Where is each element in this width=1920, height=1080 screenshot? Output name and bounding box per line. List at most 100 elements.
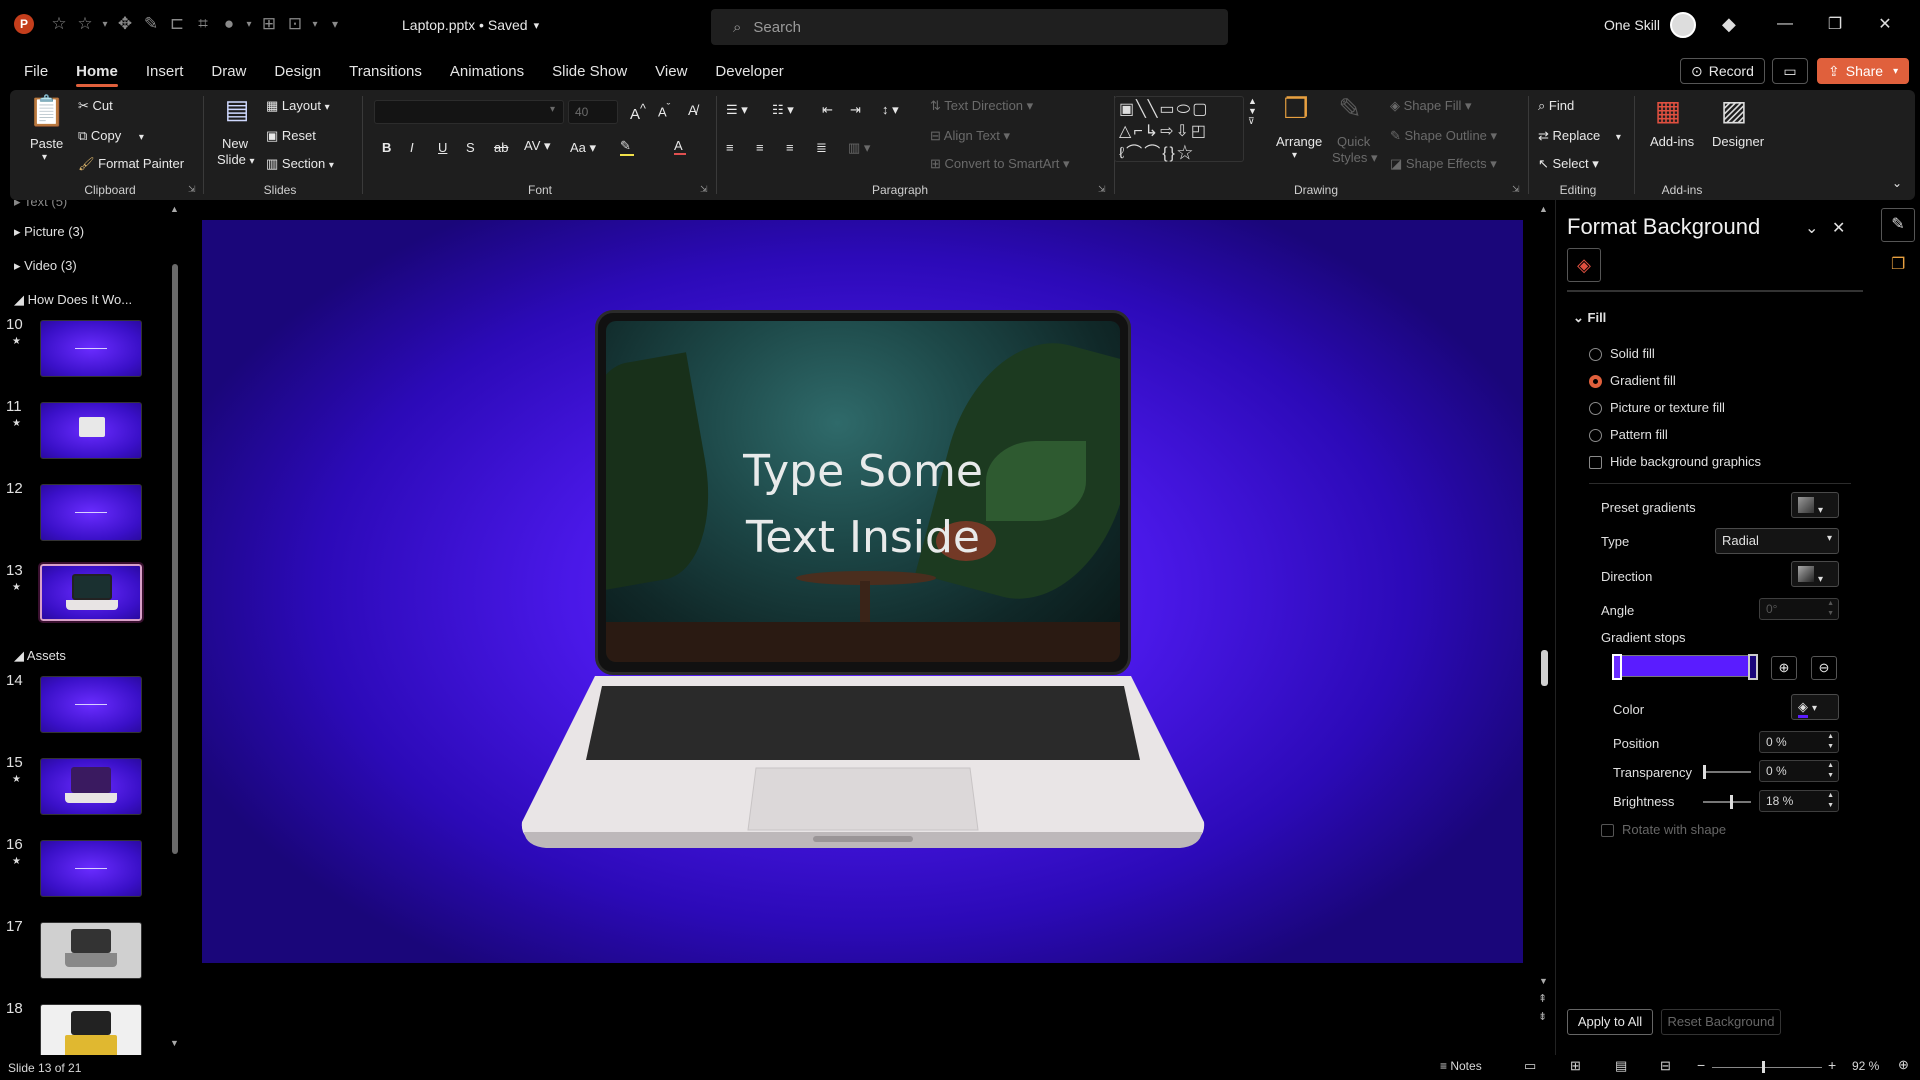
new-slide-label-1[interactable]: New <box>222 136 248 151</box>
shapes-gallery[interactable]: ▣╲╲▭⬭▢ △⌐↳⇨⇩◰ ℓ⌒⌒{}☆ <box>1114 96 1244 162</box>
laptop-base[interactable] <box>520 672 1206 848</box>
paste-icon[interactable]: 📋 <box>28 94 65 129</box>
tab-animations[interactable]: Animations <box>450 63 524 80</box>
minimize-icon[interactable]: — <box>1760 15 1810 33</box>
font-color-icon[interactable]: A <box>674 138 686 155</box>
tab-view[interactable]: View <box>655 63 687 80</box>
file-name[interactable]: Laptop.pptx • Saved ▾ <box>402 17 539 33</box>
designer-button[interactable]: Designer <box>1712 134 1764 149</box>
clear-formatting-icon[interactable]: A̸ <box>688 102 697 118</box>
brace-left-icon[interactable]: { <box>1162 145 1169 162</box>
chevron-down-icon[interactable]: ▾ <box>98 19 112 30</box>
tab-transitions[interactable]: Transitions <box>349 63 422 80</box>
shape-outline-button[interactable]: ✎ Shape Outline ▾ <box>1390 128 1497 144</box>
shape-fill-button[interactable]: ◈ Shape Fill ▾ <box>1390 98 1472 114</box>
slide-thumbnail-selected[interactable] <box>38 562 144 623</box>
slide-thumbnail[interactable] <box>40 402 142 459</box>
pane-options-chevron-icon[interactable]: ⌄ <box>1805 218 1818 238</box>
panel-scrollbar-thumb[interactable] <box>172 264 178 854</box>
slider-handle[interactable] <box>1730 795 1733 809</box>
remove-gradient-stop-icon[interactable]: ⊖ <box>1811 656 1837 680</box>
tab-developer[interactable]: Developer <box>715 63 783 80</box>
decrease-font-icon[interactable]: Aˇ <box>658 102 670 119</box>
reset-background-button[interactable]: Reset Background <box>1661 1009 1781 1035</box>
tab-design[interactable]: Design <box>274 63 321 80</box>
slide-show-icon[interactable]: ⊟ <box>1660 1058 1671 1074</box>
fill-tab-paint-bucket-icon[interactable]: ◈ <box>1567 248 1601 282</box>
transparency-spinner[interactable]: 0 % ▲ ▼ <box>1759 760 1839 782</box>
star-icon[interactable]: ☆ <box>46 14 72 34</box>
curve-icon[interactable]: ⌒ <box>1144 145 1162 162</box>
line-icon[interactable]: ╲ <box>1136 101 1148 118</box>
format-painter-button[interactable]: 🖌 Format Painter <box>78 156 184 172</box>
line-icon[interactable]: ╲ <box>1148 101 1160 118</box>
gradient-fill-radio[interactable]: Gradient fill <box>1589 373 1676 389</box>
replace-button[interactable]: ⇄ Replace ▾ <box>1538 128 1621 144</box>
slide-text-box[interactable]: Type Some Text Inside <box>606 439 1120 571</box>
zoom-slider[interactable] <box>1712 1061 1822 1073</box>
slide-thumbnail[interactable] <box>40 1004 142 1055</box>
oval-icon[interactable]: ⬭ <box>1177 101 1193 118</box>
strikethrough-icon[interactable]: ab <box>494 140 508 155</box>
angle-spinner[interactable]: 0° ▲ ▼ <box>1759 598 1839 620</box>
new-slide-button[interactable]: Slide ▾ <box>217 152 255 167</box>
brightness-spinner[interactable]: 18 % ▲ ▼ <box>1759 790 1839 812</box>
text-box-icon[interactable]: ▣ <box>1119 101 1136 118</box>
down-arrow-icon[interactable]: ⇩ <box>1175 123 1190 140</box>
slide-thumbnail[interactable] <box>40 758 142 815</box>
close-icon[interactable]: ✕ <box>1860 14 1910 34</box>
chevron-down-icon[interactable]: ▾ <box>42 152 47 163</box>
scroll-down-icon[interactable]: ▼ <box>1539 976 1548 986</box>
zoom-level[interactable]: 92 % <box>1852 1059 1879 1073</box>
hide-background-checkbox[interactable]: Hide background graphics <box>1589 454 1761 470</box>
dialog-launcher-icon[interactable]: ⇲ <box>1512 184 1520 195</box>
comments-button[interactable]: ▭ <box>1772 58 1808 84</box>
shapes-pane-icon[interactable]: ❐ <box>1891 254 1905 274</box>
copy-button[interactable]: ⧉ Copy ▾ <box>78 128 144 144</box>
slide-thumbnail[interactable] <box>40 320 142 377</box>
star-icon[interactable]: ☆ <box>1177 145 1195 162</box>
normal-view-icon[interactable]: ▭ <box>1524 1058 1536 1074</box>
picture-fill-radio[interactable]: Picture or texture fill <box>1589 400 1725 416</box>
quick-styles-button[interactable]: Styles ▾ <box>1332 150 1378 166</box>
flowchart-icon[interactable]: ◰ <box>1191 123 1208 140</box>
dialog-launcher-icon[interactable]: ⇲ <box>188 184 196 195</box>
font-family-field[interactable] <box>374 100 564 124</box>
crop-icon[interactable]: ⌗ <box>190 14 216 34</box>
change-case-icon[interactable]: Aa ▾ <box>570 140 596 156</box>
italic-icon[interactable]: I <box>410 140 414 155</box>
laptop-screen[interactable]: Type Some Text Inside <box>595 310 1131 675</box>
next-slide-icon[interactable]: ⇟ <box>1538 1010 1547 1023</box>
scroll-down-icon[interactable]: ▼ <box>170 1038 179 1048</box>
align-right-icon[interactable]: ≡ <box>786 140 794 155</box>
tab-insert[interactable]: Insert <box>146 63 184 80</box>
slide-thumbnail[interactable] <box>40 676 142 733</box>
avatar[interactable] <box>1670 12 1697 38</box>
gradient-stop-handle[interactable] <box>1748 654 1758 680</box>
account-area[interactable]: One Skill <box>1604 12 1697 38</box>
rounded-rectangle-icon[interactable]: ▢ <box>1192 101 1209 118</box>
customize-toolbar-icon[interactable]: ▾ <box>322 17 348 31</box>
slide-thumbnail[interactable] <box>40 484 142 541</box>
section-header[interactable]: ◢ How Does It Wo... <box>14 292 132 308</box>
collapse-ribbon-icon[interactable]: ⌄ <box>1892 176 1902 190</box>
reset-button[interactable]: ▣ Reset <box>266 128 316 144</box>
cut-button[interactable]: ✂ Cut <box>78 98 113 114</box>
new-slide-icon[interactable]: ▤ <box>217 94 257 125</box>
align-center-icon[interactable]: ⊡ <box>282 14 308 34</box>
tab-home[interactable]: Home <box>76 63 118 87</box>
fit-to-window-icon[interactable]: ⊕ <box>1898 1057 1909 1073</box>
section-button[interactable]: ▥ Section ▾ <box>266 156 334 172</box>
lasso-icon[interactable]: ✎ <box>138 14 164 34</box>
zoom-out-icon[interactable]: − <box>1697 1057 1705 1073</box>
highlight-icon[interactable]: ✎ <box>620 138 634 156</box>
share-button[interactable]: ⇪ Share ▾ <box>1817 58 1910 84</box>
close-icon[interactable]: ✕ <box>1832 218 1845 238</box>
line-spacing-icon[interactable]: ↕ ▾ <box>882 102 899 118</box>
designer-icon[interactable]: ▨ <box>1716 94 1752 127</box>
direction-dropdown[interactable]: ▾ <box>1791 561 1839 587</box>
preset-gradients-dropdown[interactable]: ▾ <box>1791 492 1839 518</box>
increase-font-icon[interactable]: A^ <box>630 102 646 123</box>
gradient-stop-handle-selected[interactable] <box>1612 654 1622 680</box>
layout-button[interactable]: ▦ Layout ▾ <box>266 98 330 114</box>
